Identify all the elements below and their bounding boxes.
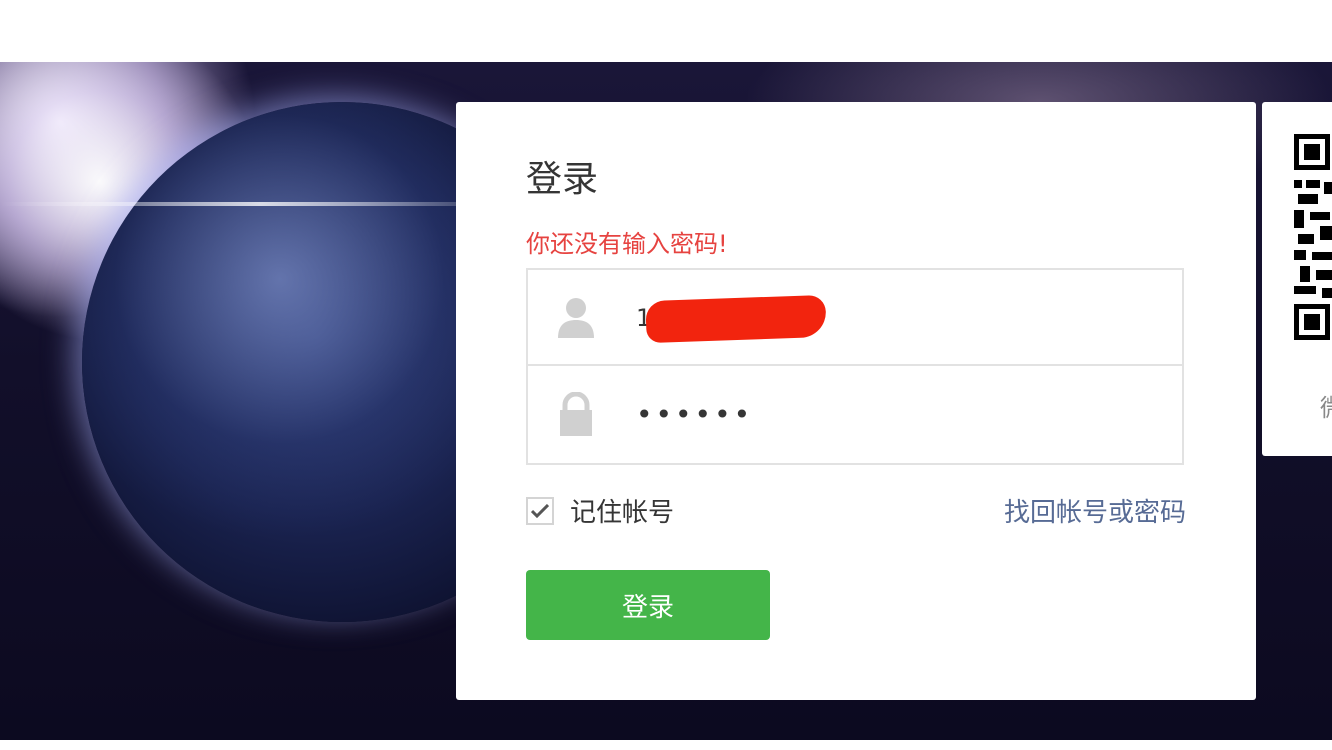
login-card: 登录 你还没有输入密码! 记住帐号 找回帐号或密码 登录 bbox=[456, 102, 1256, 700]
lock-icon bbox=[560, 392, 592, 436]
login-button[interactable]: 登录 bbox=[526, 570, 770, 640]
remember-label: 记住帐号 bbox=[570, 498, 675, 528]
password-input[interactable] bbox=[636, 386, 1156, 442]
remember-checkbox[interactable] bbox=[526, 496, 554, 525]
qr-caption: 微 bbox=[1320, 388, 1332, 423]
password-field bbox=[526, 366, 1184, 465]
user-icon bbox=[558, 298, 594, 338]
error-message: 你还没有输入密码! bbox=[526, 230, 728, 258]
top-bar bbox=[0, 0, 1332, 62]
username-field bbox=[526, 268, 1184, 366]
qr-code bbox=[1294, 134, 1332, 340]
bottom-strip bbox=[0, 740, 1332, 750]
light-flare bbox=[0, 202, 520, 206]
find-account-link[interactable]: 找回帐号或密码 bbox=[1004, 492, 1186, 529]
check-icon bbox=[531, 503, 549, 518]
remember-account[interactable]: 记住帐号 bbox=[526, 492, 674, 529]
qr-card: 微 bbox=[1262, 102, 1332, 456]
login-title: 登录 bbox=[526, 159, 599, 200]
redaction-mark bbox=[645, 294, 827, 344]
